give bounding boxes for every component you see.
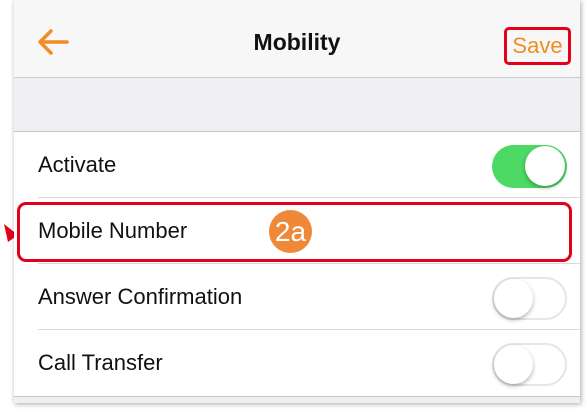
toggle-knob <box>494 279 533 318</box>
answer-confirmation-toggle[interactable] <box>492 277 567 320</box>
save-button[interactable]: Save <box>504 27 571 65</box>
toggle-knob <box>525 146 565 186</box>
mobility-screen: Mobility Save Activate Mobile Number Ans… <box>14 0 580 403</box>
page-title: Mobility <box>253 29 341 55</box>
call-transfer-label: Call Transfer <box>38 350 163 375</box>
call-transfer-toggle[interactable] <box>492 343 567 386</box>
settings-list: Activate Mobile Number Answer Confirmati… <box>14 131 580 397</box>
toggle-knob <box>494 345 533 384</box>
list-item-answer-confirmation: Answer Confirmation <box>14 264 580 330</box>
list-item-activate: Activate <box>14 132 580 198</box>
activate-toggle[interactable] <box>492 145 567 188</box>
step-badge: 2a <box>269 210 312 253</box>
answer-confirmation-label: Answer Confirmation <box>38 284 243 309</box>
activate-label: Activate <box>38 152 117 177</box>
navigation-bar: Mobility Save <box>14 0 580 78</box>
list-item-call-transfer: Call Transfer <box>14 330 580 396</box>
